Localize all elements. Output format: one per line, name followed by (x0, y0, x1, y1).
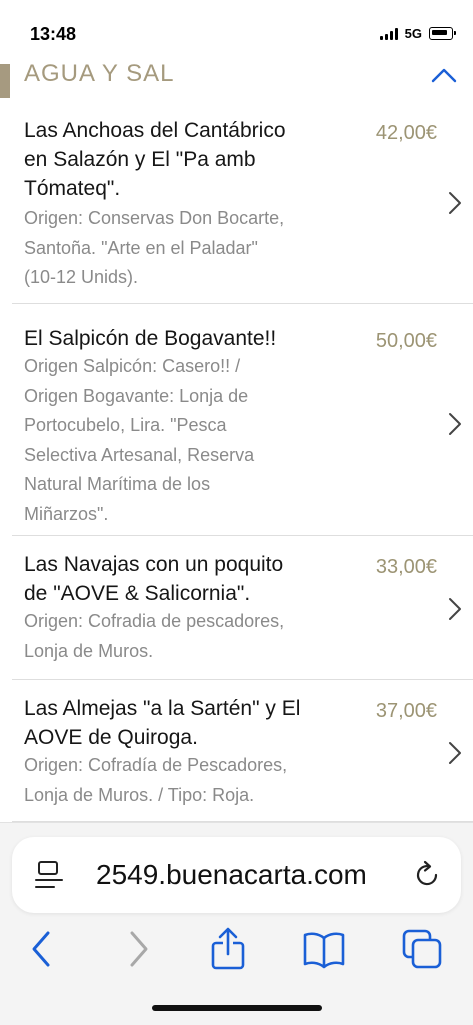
share-icon[interactable] (206, 927, 250, 971)
chevron-up-icon[interactable] (431, 66, 457, 84)
section-accent-bar (0, 64, 10, 98)
chevron-right-icon[interactable] (447, 740, 463, 766)
bookmarks-icon[interactable] (302, 927, 346, 971)
url-text[interactable]: 2549.buenacarta.com (96, 859, 367, 891)
menu-item-list: Las Anchoas del Cantábrico en Salazón y … (0, 98, 473, 822)
chevron-right-icon[interactable] (447, 411, 463, 437)
item-price: 37,00€ (375, 700, 437, 722)
item-price: 42,00€ (375, 122, 437, 144)
item-title: Las Anchoas del Cantábrico en Salazón y … (24, 119, 286, 200)
address-bar[interactable]: 2549.buenacarta.com (12, 837, 461, 913)
tabs-icon[interactable] (400, 927, 444, 971)
menu-item[interactable]: El Salpicón de Bogavante!! 50,00€ Origen… (0, 304, 473, 536)
back-icon[interactable] (20, 927, 64, 971)
status-time: 13:48 (30, 24, 77, 44)
item-price: 50,00€ (375, 330, 437, 352)
menu-item[interactable]: Las Almejas "a la Sartén" y El AOVE de Q… (0, 680, 473, 822)
item-title: El Salpicón de Bogavante!! (24, 327, 277, 350)
reload-icon[interactable] (411, 859, 443, 891)
item-price: 33,00€ (375, 556, 437, 578)
network-type: 5G (404, 26, 422, 41)
cellular-signal-icon (379, 27, 398, 40)
item-description: Origen: Cofradía de Pescadores, Lonja de… (24, 755, 288, 805)
item-title: Las Navajas con un poquito de "AOVE & Sa… (24, 553, 284, 605)
forward-icon[interactable] (116, 927, 160, 971)
browser-toolbar: 2549.buenacarta.com (0, 822, 473, 1025)
item-description: Origen Salpicón: Casero!! / Origen Bogav… (24, 356, 255, 524)
status-indicators: 5G (379, 26, 456, 41)
section-title: AGUA Y SAL (24, 60, 175, 87)
section-header[interactable]: AGUA Y SAL (0, 54, 473, 98)
battery-icon (429, 27, 456, 40)
item-title: Las Almejas "a la Sartén" y El AOVE de Q… (24, 697, 301, 749)
home-indicator (152, 1005, 322, 1011)
chevron-right-icon[interactable] (447, 190, 463, 216)
status-bar: 13:48 5G (0, 0, 473, 58)
menu-item[interactable]: Las Navajas con un poquito de "AOVE & Sa… (0, 536, 473, 680)
menu-item[interactable]: Las Anchoas del Cantábrico en Salazón y … (0, 98, 473, 304)
page-menu-icon[interactable] (34, 859, 64, 891)
item-description: Origen: Conservas Don Bocarte, Santoña. … (24, 208, 285, 287)
item-description: Origen: Cofradia de pescadores, Lonja de… (24, 611, 285, 661)
chevron-right-icon[interactable] (447, 596, 463, 622)
